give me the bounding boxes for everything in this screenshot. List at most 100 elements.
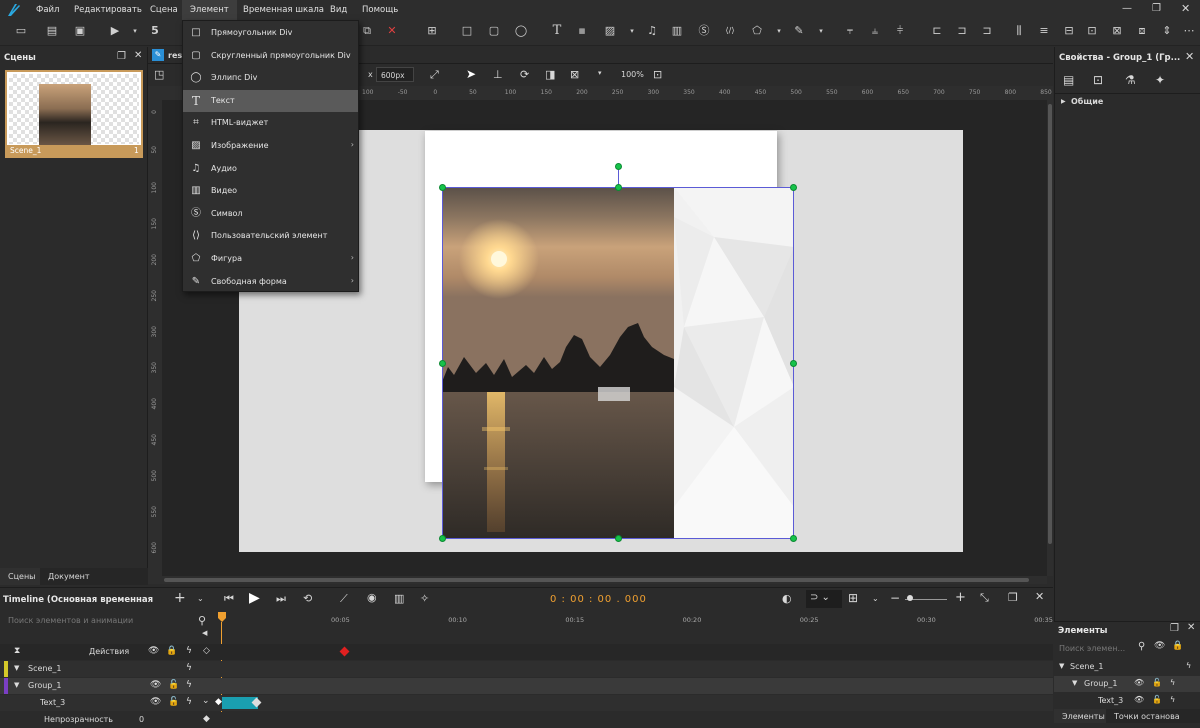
effects-props-icon[interactable]: ✦ bbox=[1155, 73, 1165, 87]
record-icon[interactable]: ◉ bbox=[367, 591, 377, 604]
elements-maximize-icon[interactable]: ❐ bbox=[1170, 623, 1179, 634]
tab-document[interactable]: Документ bbox=[48, 572, 90, 581]
dropdown-item-10[interactable]: ⬠ Фигура › bbox=[183, 248, 358, 270]
text-tree-lock-icon[interactable]: 🔓 bbox=[1152, 695, 1162, 704]
group-icon[interactable]: ⊡ bbox=[1085, 24, 1099, 38]
dropdown-item-2[interactable]: ◯ Эллипс Div bbox=[183, 67, 358, 89]
handle-right[interactable] bbox=[790, 360, 797, 367]
scene-thumbnail[interactable]: Scene_1 1 bbox=[5, 70, 143, 158]
metrics-props-icon[interactable]: ⊡ bbox=[1093, 73, 1103, 87]
handle-bottom-right[interactable] bbox=[790, 535, 797, 542]
group-expand-icon[interactable]: ▼ bbox=[14, 681, 19, 689]
easing-icon[interactable]: ◐ bbox=[782, 592, 792, 605]
image-tool-icon[interactable]: ▨ bbox=[603, 24, 617, 38]
action-keyframe[interactable] bbox=[339, 646, 350, 657]
timeline-row-opacity[interactable]: Непрозрачность 0 ◆ bbox=[0, 712, 1053, 728]
go-start-icon[interactable]: ⏮ bbox=[224, 592, 234, 606]
timeline-row-text[interactable]: Text_3 👁 🔓 ϟ ⌄ ◆ bbox=[0, 695, 1053, 711]
timeline-search-icon[interactable]: ⚲ bbox=[198, 614, 206, 627]
snap-toggle[interactable]: ⊃ ⌄ bbox=[806, 590, 842, 608]
save-icon[interactable]: ▣ bbox=[73, 24, 87, 38]
dropdown-item-9[interactable]: ⟨⟩ Пользовательский элемент bbox=[183, 225, 358, 247]
smart-icon[interactable]: ✧ bbox=[420, 592, 429, 605]
section-expand-icon[interactable]: ▶ bbox=[1061, 98, 1066, 105]
vertical-scrollbar[interactable] bbox=[1047, 100, 1053, 576]
dropdown-item-7[interactable]: ▥ Видео bbox=[183, 180, 358, 202]
align-middle-icon[interactable]: ⫨ bbox=[868, 24, 882, 38]
restore-icon[interactable]: ❐ bbox=[1152, 3, 1161, 14]
zoom-slider-thumb[interactable] bbox=[907, 595, 913, 601]
timeline-close-icon[interactable]: ✕ bbox=[1035, 590, 1044, 603]
text-tool-icon[interactable]: T bbox=[550, 24, 564, 38]
collapse-left-icon[interactable]: ◀ bbox=[202, 629, 207, 637]
edit-keyframe-icon[interactable]: ⟋ bbox=[340, 592, 348, 606]
properties-close-icon[interactable]: ✕ bbox=[1185, 50, 1194, 63]
rounded-rect-tool-icon[interactable]: ▢ bbox=[487, 24, 501, 38]
menu-view[interactable]: Вид bbox=[330, 5, 347, 15]
dropdown-item-11[interactable]: ✎ Свободная форма › bbox=[183, 271, 358, 293]
panel-close-icon[interactable]: ✕ bbox=[134, 50, 142, 61]
menu-file[interactable]: Файл bbox=[36, 5, 59, 15]
timecode[interactable]: 0 : 00 : 00 . 000 bbox=[550, 594, 647, 605]
play-icon[interactable]: ▶ bbox=[249, 590, 260, 606]
paste-icon[interactable]: ⧉ bbox=[360, 24, 374, 38]
visibility-icon[interactable]: 👁 bbox=[148, 646, 159, 656]
group-visibility-icon[interactable]: 👁 bbox=[150, 680, 161, 690]
shape-tool-icon[interactable]: ⬠ bbox=[750, 24, 764, 38]
add-icon[interactable]: ⊞ bbox=[425, 24, 439, 38]
delete-icon[interactable]: ✕ bbox=[385, 24, 399, 38]
timeline-row-actions[interactable]: ⧗ Действия 👁 🔒 ϟ ◇ bbox=[0, 644, 1053, 660]
axis-tool-icon[interactable]: ⊥ bbox=[493, 68, 503, 81]
zoom-out-icon[interactable]: − bbox=[890, 591, 900, 605]
actions-props-icon[interactable]: ⚗ bbox=[1125, 73, 1136, 87]
lock-icon[interactable]: 🔒 bbox=[166, 646, 177, 656]
align-bottom-icon[interactable]: ⫩ bbox=[893, 24, 907, 38]
group-tree-expand-icon[interactable]: ▼ bbox=[1072, 679, 1077, 687]
menu-timeline[interactable]: Временная шкала bbox=[243, 5, 324, 15]
transform-icon[interactable]: ⤢ bbox=[430, 68, 439, 82]
group-trigger-icon[interactable]: ϟ bbox=[186, 680, 192, 690]
grid-icon[interactable]: ⊞ bbox=[848, 591, 858, 605]
select-arrow-icon[interactable]: ➤ bbox=[466, 67, 476, 81]
element-row-group[interactable]: ▼ Group_1 👁 🔓 ϟ bbox=[1054, 676, 1200, 692]
elements-search-input[interactable]: Поиск элемен... bbox=[1059, 644, 1125, 653]
dropdown-item-0[interactable]: □ Прямоугольник Div bbox=[183, 22, 358, 44]
text-visibility-icon[interactable]: 👁 bbox=[150, 697, 161, 707]
custom-element-tool-icon[interactable]: ⟨/⟩ bbox=[723, 24, 737, 38]
align-top-icon[interactable]: ⫧ bbox=[843, 24, 857, 38]
text-keyframe-icon[interactable]: ◆ bbox=[215, 697, 222, 707]
handle-top[interactable] bbox=[615, 184, 622, 191]
more-tools-icon[interactable]: ⋯ bbox=[1182, 24, 1196, 38]
handle-left[interactable] bbox=[439, 360, 446, 367]
minimize-icon[interactable]: — bbox=[1122, 3, 1132, 14]
timeline-search-input[interactable]: Поиск элементов и анимации bbox=[8, 616, 133, 625]
rotate-tool-icon[interactable]: ⟳ bbox=[520, 68, 529, 81]
tool-dropdown-icon[interactable]: ▾ bbox=[598, 69, 602, 77]
open-folder-icon[interactable]: ▤ bbox=[45, 24, 59, 38]
html5-icon[interactable]: 5 bbox=[148, 24, 162, 38]
flip-icon[interactable]: ⇕ bbox=[1160, 24, 1174, 38]
pen-tool-icon[interactable]: ✎ bbox=[792, 24, 806, 38]
zoom-in-icon[interactable]: + bbox=[955, 590, 966, 605]
ungroup-icon[interactable]: ⊠ bbox=[1110, 24, 1124, 38]
rectangle-tool-icon[interactable]: □ bbox=[460, 24, 474, 38]
close-window-icon[interactable]: ✕ bbox=[1181, 2, 1190, 15]
timeline-collapse-icon[interactable]: ⤡ bbox=[980, 591, 989, 605]
timeline-ruler[interactable]: 00:05 00:10 00:15 00:20 00:25 00:30 00:35 bbox=[214, 612, 1053, 642]
tab-scenes[interactable]: Сцены bbox=[0, 568, 40, 585]
distribute-h-icon[interactable]: ⫼ bbox=[1012, 24, 1026, 38]
timeline-row-scene[interactable]: ▼ Scene_1 ϟ bbox=[0, 661, 1053, 677]
text-collapse-icon[interactable]: ⌄ bbox=[202, 696, 210, 706]
dropdown-item-5[interactable]: ▨ Изображение › bbox=[183, 135, 358, 157]
handle-top-left[interactable] bbox=[439, 184, 446, 191]
fit-screen-icon[interactable]: ⊡ bbox=[653, 68, 662, 81]
image-dropdown-icon[interactable]: ▾ bbox=[625, 24, 639, 38]
keyframe-nav-icon[interactable]: ◇ bbox=[203, 646, 210, 656]
video-tool-icon[interactable]: ▥ bbox=[670, 24, 684, 38]
align-right-icon[interactable]: ⊐ bbox=[980, 24, 994, 38]
selection-box[interactable] bbox=[439, 163, 797, 542]
zoom-level[interactable]: 100% bbox=[621, 70, 644, 79]
menu-help[interactable]: Помощь bbox=[362, 5, 398, 15]
pen-dropdown-icon[interactable]: ▾ bbox=[814, 24, 828, 38]
menu-element[interactable]: Элемент bbox=[182, 0, 237, 20]
